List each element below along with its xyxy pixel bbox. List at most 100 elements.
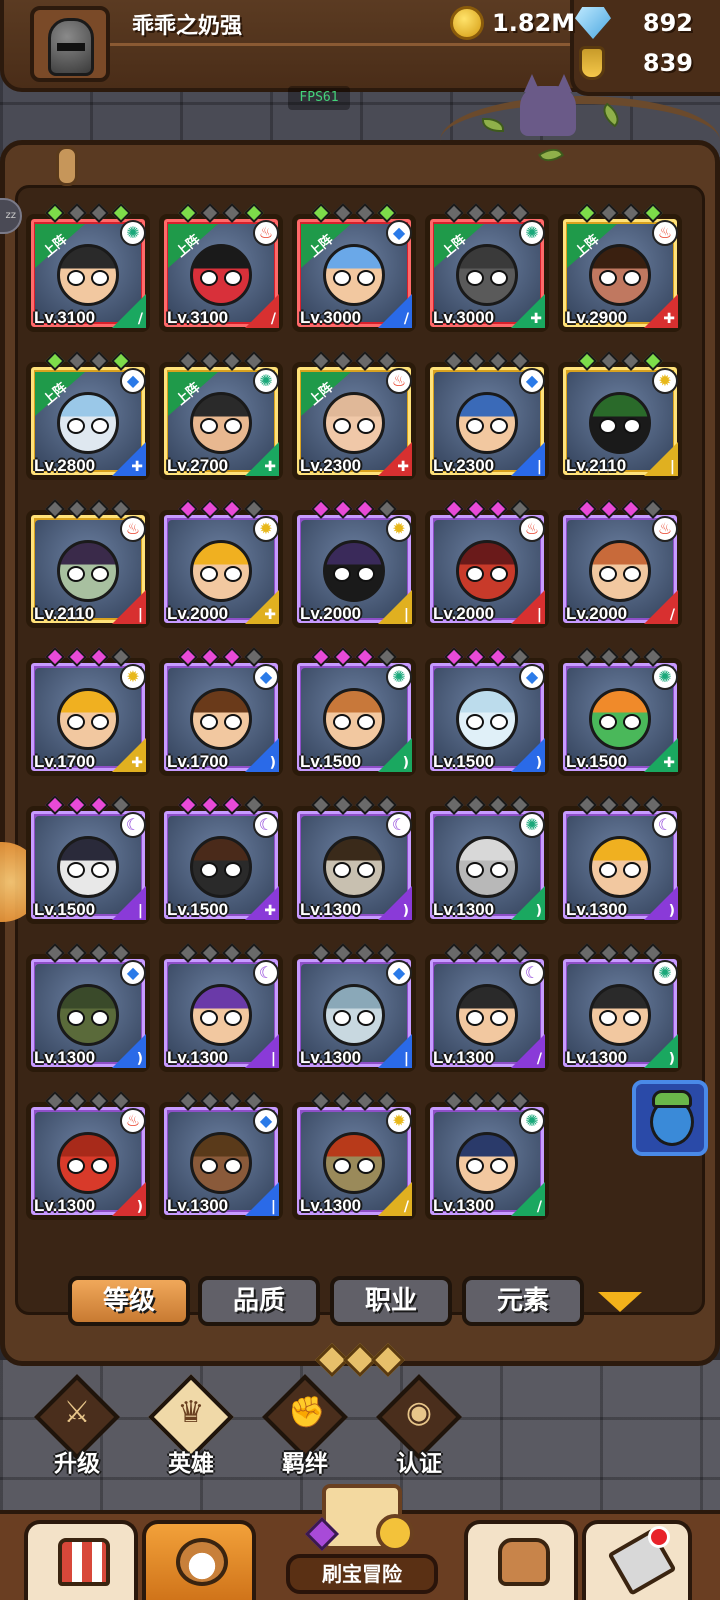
hero-card[interactable]: ✹ | Lv.2110 — [558, 351, 682, 480]
nav-inventory[interactable] — [464, 1520, 578, 1600]
hero-hair-icon — [652, 1090, 692, 1108]
star-gem-icon — [599, 943, 619, 963]
hero-level: Lv.1500 — [167, 900, 229, 919]
sort-tab-element[interactable]: 元素 — [462, 1276, 584, 1326]
hero-card[interactable]: ✺ / Lv.1300 — [425, 1091, 549, 1220]
hero-card[interactable]: ♨ / Lv.2000 — [558, 499, 682, 628]
hero-eyes-icon — [67, 862, 109, 878]
player-avatar[interactable] — [30, 6, 110, 82]
hero-card[interactable]: ◆) Lv.1700 — [159, 647, 283, 776]
star-gem-icon — [222, 647, 242, 667]
hero-card[interactable]: ☾) Lv.1300 — [292, 795, 416, 924]
hero-card[interactable]: 上阵 ♨ ✚ Lv.2900 — [558, 203, 682, 332]
hero-card[interactable]: ☾ ✚ Lv.1500 — [159, 795, 283, 924]
hero-card[interactable]: ✹ ✚ Lv.2000 — [159, 499, 283, 628]
gem-counter[interactable]: 892 — [575, 4, 705, 42]
subnav-certify[interactable]: ◉ 认证 — [364, 1374, 474, 1486]
adventure-label: 刷宝冒险 — [286, 1554, 438, 1594]
star-gem-icon — [178, 1091, 198, 1111]
subnav-label: 认证 — [396, 1451, 442, 1477]
hero-card[interactable]: 上阵 ♨ / Lv.3100 — [159, 203, 283, 332]
sort-tab-level[interactable]: 等级 — [68, 1276, 190, 1326]
potion-value: 839 — [642, 49, 693, 77]
hero-star-rank — [178, 1091, 264, 1111]
subnav-upgrade[interactable]: ⚔ 升级 — [22, 1374, 132, 1486]
fire-element-icon: ♨ — [120, 1108, 146, 1134]
sort-order-arrow-icon[interactable] — [598, 1292, 642, 1312]
hero-star-rank — [178, 351, 264, 371]
sort-tab-class[interactable]: 职业 — [330, 1276, 452, 1326]
hero-card[interactable]: ◆ | Lv.2300 — [425, 351, 549, 480]
wind-element-icon: ✺ — [652, 960, 678, 986]
sort-tab-quality[interactable]: 品质 — [198, 1276, 320, 1326]
vine-decoration — [440, 96, 720, 186]
hero-eyes-icon — [67, 270, 109, 286]
hero-level: Lv.1300 — [300, 1196, 362, 1215]
nav-forge[interactable] — [582, 1520, 692, 1600]
star-gem-icon — [45, 203, 65, 223]
hero-card[interactable]: ◆) Lv.1500 — [425, 647, 549, 776]
nav-treasure-adventure[interactable]: 刷宝冒险 — [282, 1484, 442, 1600]
hero-card[interactable]: ◆) Lv.1300 — [26, 943, 150, 1072]
hero-level: Lv.2000 — [300, 604, 362, 623]
hero-card[interactable]: 上阵 ✺ ✚ Lv.2700 — [159, 351, 283, 480]
star-gem-icon — [200, 351, 220, 371]
hero-card[interactable]: ☾) Lv.1300 — [558, 795, 682, 924]
hero-card[interactable]: ✺) Lv.1300 — [425, 795, 549, 924]
star-gem-icon — [621, 351, 641, 371]
hero-eyes-icon — [599, 862, 641, 878]
hero-card[interactable]: 上阵 ◆ / Lv.3000 — [292, 203, 416, 332]
water-element-icon: ◆ — [386, 220, 412, 246]
hero-card[interactable]: ☾ | Lv.1300 — [159, 943, 283, 1072]
hero-card[interactable]: ♨) Lv.1300 — [26, 1091, 150, 1220]
hero-card[interactable]: ◆ | Lv.1300 — [292, 943, 416, 1072]
hero-card[interactable]: ◆ | Lv.1300 — [159, 1091, 283, 1220]
hero-level: Lv.1500 — [433, 752, 495, 771]
hero-card[interactable]: ✹ | Lv.2000 — [292, 499, 416, 628]
hero-eyes-icon — [200, 418, 242, 434]
hero-card[interactable]: ✹ / Lv.1300 — [292, 1091, 416, 1220]
hero-star-rank — [577, 499, 663, 519]
hero-card[interactable]: ☾ / Lv.1300 — [425, 943, 549, 1072]
hero-eyes-icon — [67, 418, 109, 434]
hero-star-rank — [311, 351, 397, 371]
hero-level: Lv.1700 — [34, 752, 96, 771]
hero-card[interactable]: 上阵 ✺ ✚ Lv.3000 — [425, 203, 549, 332]
star-gem-icon — [466, 647, 486, 667]
hero-card[interactable]: 上阵 ◆ ✚ Lv.2800 — [26, 351, 150, 480]
hero-card[interactable]: ✺) Lv.1300 — [558, 943, 682, 1072]
hero-card[interactable]: 上阵 ♨ ✚ Lv.2300 — [292, 351, 416, 480]
hero-card[interactable]: ♨ | Lv.2000 — [425, 499, 549, 628]
light-element-icon: ✹ — [253, 516, 279, 542]
sort-tabs: 等级 品质 职业 元素 — [68, 1276, 668, 1328]
floating-hero-portrait[interactable] — [632, 1080, 708, 1156]
star-gem-icon — [67, 795, 87, 815]
star-gem-icon — [355, 1091, 375, 1111]
subnav-heroes[interactable]: ♛ 英雄 — [136, 1374, 246, 1486]
star-gem-icon — [67, 943, 87, 963]
hero-card[interactable]: 上阵 ✺ / Lv.3100 — [26, 203, 150, 332]
hero-level: Lv.1300 — [433, 900, 495, 919]
hero-card[interactable]: ☾ | Lv.1500 — [26, 795, 150, 924]
hero-card[interactable]: ✹ ✚ Lv.1700 — [26, 647, 150, 776]
sword-upgrade-icon: ⚔ — [63, 1395, 91, 1430]
hero-card[interactable]: ♨ | Lv.2110 — [26, 499, 150, 628]
nav-heroes[interactable] — [142, 1520, 256, 1600]
gold-counter[interactable]: 1.82M — [450, 4, 575, 42]
hero-star-rank — [311, 647, 397, 667]
hero-card[interactable]: ✺) Lv.1500 — [292, 647, 416, 776]
hero-portrait-icon — [176, 1538, 228, 1586]
potion-counter[interactable]: 839 — [575, 44, 705, 82]
star-gem-icon — [222, 1091, 242, 1111]
star-gem-icon — [444, 647, 464, 667]
subnav-bond[interactable]: ✊ 羁绊 — [250, 1374, 360, 1486]
hero-star-rank — [444, 647, 530, 667]
hero-level: Lv.2800 — [34, 456, 96, 475]
hero-card[interactable]: ✺ ✚ Lv.1500 — [558, 647, 682, 776]
hero-eyes-icon — [599, 566, 641, 582]
star-gem-icon — [222, 943, 242, 963]
hero-eyes-icon — [599, 1010, 641, 1026]
nav-shop[interactable] — [24, 1520, 138, 1600]
star-gem-icon — [577, 499, 597, 519]
star-gem-icon — [89, 203, 109, 223]
